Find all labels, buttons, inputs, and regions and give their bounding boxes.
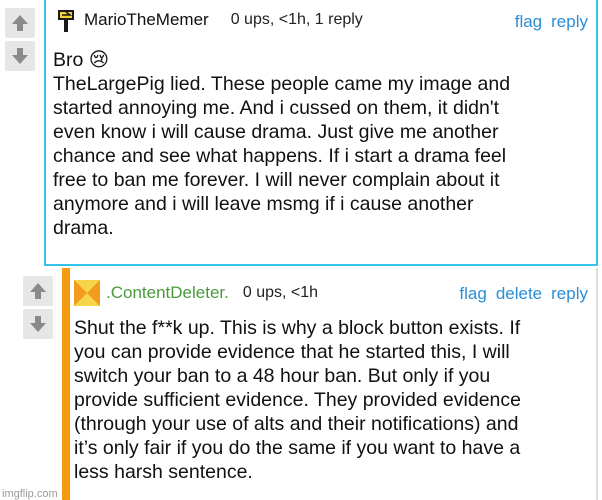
- comment-header: MarioTheMemer 0 ups, <1h, 1 reply: [54, 7, 363, 33]
- comment-meta: 0 ups, <1h: [242, 284, 319, 301]
- comment-line: TheLargePig lied. These people came my i…: [53, 73, 511, 95]
- downvote-button[interactable]: [5, 41, 35, 71]
- comment-line: you can provide evidence that he started…: [74, 341, 510, 363]
- comment-line: chance and see what happens. If i start …: [53, 145, 507, 167]
- vote-controls: [5, 8, 37, 71]
- reply-link[interactable]: reply: [551, 12, 588, 32]
- comment-line: it’s only fair if you do the same if you…: [74, 437, 521, 459]
- up-arrow-icon: [30, 283, 46, 299]
- comment-body: Bro 😢 TheLargePig lied. These people cam…: [53, 48, 510, 240]
- comment-line: even know i will cause drama. Just give …: [53, 121, 499, 143]
- comment-line: free to ban me forever. I will never com…: [53, 169, 500, 191]
- comment-line: started annoying me. And i cussed on the…: [53, 97, 499, 119]
- username[interactable]: .ContentDeleter.: [106, 283, 229, 303]
- downvote-button[interactable]: [23, 309, 53, 339]
- upvote-button[interactable]: [5, 8, 35, 38]
- comment: MarioTheMemer 0 ups, <1h, 1 reply flag r…: [44, 0, 598, 266]
- flag-link[interactable]: flag: [459, 284, 486, 304]
- comment-reply: .ContentDeleter. 0 ups, <1h flag delete …: [62, 268, 598, 500]
- comment-line: anymore and i will leave msmg if i cause…: [53, 193, 474, 215]
- user-avatar-icon: [74, 280, 100, 306]
- watermark: imgflip.com: [2, 488, 58, 500]
- comment-line: provide sufficient evidence. They provid…: [74, 389, 521, 411]
- down-arrow-icon: [12, 48, 28, 64]
- comment-actions: flag delete reply: [459, 284, 588, 304]
- comment-line: drama.: [53, 217, 114, 239]
- username[interactable]: MarioTheMemer: [84, 10, 209, 30]
- reply-link[interactable]: reply: [551, 284, 588, 304]
- comment-body: Shut the f**k up. This is why a block bu…: [74, 316, 521, 484]
- comment-actions: flag reply: [515, 12, 588, 32]
- comment-meta: 0 ups, <1h, 1 reply: [230, 11, 363, 28]
- comment-line: less harsh sentence.: [74, 461, 253, 483]
- down-arrow-icon: [30, 316, 46, 332]
- up-arrow-icon: [12, 15, 28, 31]
- vote-controls: [23, 276, 55, 339]
- flag-link[interactable]: flag: [515, 12, 542, 32]
- comment-line: switch your ban to a 48 hour ban. But on…: [74, 365, 491, 387]
- comment-line: Bro 😢: [53, 49, 110, 71]
- upvote-button[interactable]: [23, 276, 53, 306]
- comment-line: Shut the f**k up. This is why a block bu…: [74, 317, 521, 339]
- comment-line: (through your use of alts and their noti…: [74, 413, 519, 435]
- user-flag-icon: [54, 7, 78, 33]
- delete-link[interactable]: delete: [496, 284, 542, 304]
- comment-header: .ContentDeleter. 0 ups, <1h: [74, 280, 318, 306]
